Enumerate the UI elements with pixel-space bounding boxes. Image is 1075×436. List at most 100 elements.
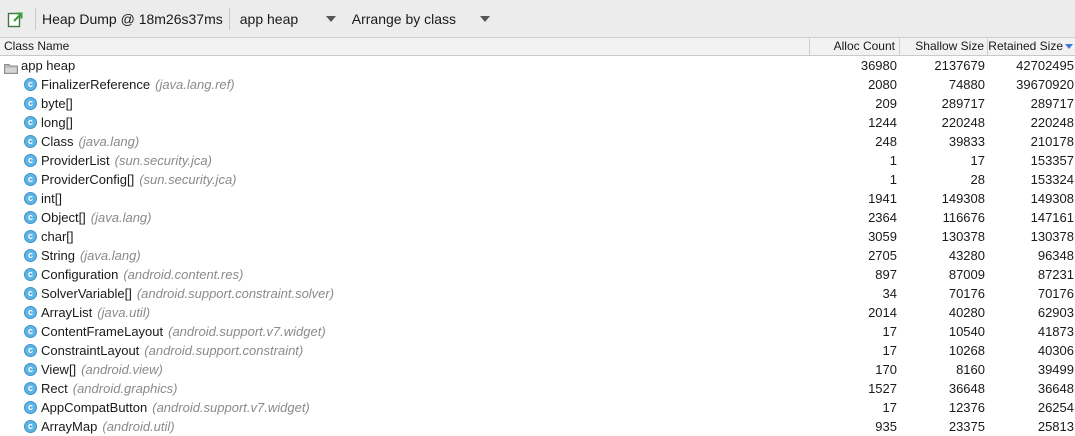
table-row[interactable]: c SolverVariable[] (android.support.constr… — [0, 284, 1075, 303]
class-name-cell: c View[] (android.view) — [0, 360, 810, 379]
table-row[interactable]: c String (java.lang) 2705 43280 96348 — [0, 246, 1075, 265]
alloc-count-cell: 1527 — [868, 381, 897, 396]
retained-size-cell: 62903 — [1037, 305, 1074, 320]
retained-size-cell: 153324 — [1030, 172, 1074, 187]
chevron-down-icon — [479, 15, 490, 22]
shallow-size-cell: 149308 — [941, 191, 985, 206]
class-name: ConstraintLayout — [41, 343, 140, 358]
export-heap-icon[interactable] — [7, 10, 25, 28]
table-row[interactable]: c long[] 1244 220248 220248 — [0, 113, 1075, 132]
retained-size-cell: 26254 — [1037, 400, 1074, 415]
class-name: Class — [41, 134, 74, 149]
class-icon: c — [24, 116, 37, 129]
class-icon: c — [24, 249, 37, 262]
column-header-shallow-size[interactable]: Shallow Size — [900, 38, 988, 55]
class-name-cell: c ProviderList (sun.security.jca) — [0, 151, 810, 170]
table-row[interactable]: c ProviderConfig[] (sun.security.jca) 1 28 15… — [0, 170, 1075, 189]
retained-size-cell: 40306 — [1037, 343, 1074, 358]
class-name-cell: c FinalizerReference (java.lang.ref) — [0, 75, 810, 94]
toolbar-separator — [35, 7, 36, 30]
shallow-size-cell: 10268 — [948, 343, 985, 358]
column-header-retained-size[interactable]: Retained Size — [988, 38, 1075, 55]
table-row[interactable]: c ConstraintLayout (android.support.constr… — [0, 341, 1075, 360]
retained-size-cell: 70176 — [1037, 286, 1074, 301]
class-name: ArrayMap — [41, 419, 98, 434]
class-icon: c — [24, 192, 37, 205]
table-row[interactable]: c byte[] 209 289717 289717 — [0, 94, 1075, 113]
table-row[interactable]: c ProviderList (sun.security.jca) 1 17 153357 — [0, 151, 1075, 170]
alloc-count-cell: 2014 — [868, 305, 897, 320]
class-package: (android.util) — [102, 419, 175, 434]
chevron-down-icon — [325, 15, 336, 22]
heap-select-dropdown[interactable]: app heap — [240, 11, 342, 27]
shallow-size-cell: 10540 — [948, 324, 985, 339]
shallow-size-cell: 12376 — [948, 400, 985, 415]
arrange-select-dropdown[interactable]: Arrange by class — [352, 11, 490, 27]
retained-size-cell: 220248 — [1030, 115, 1074, 130]
table-row[interactable]: c ContentFrameLayout (android.support.v7.w… — [0, 322, 1075, 341]
table-row[interactable]: c Configuration (android.content.res) 897 87… — [0, 265, 1075, 284]
class-name-cell: c long[] — [0, 113, 810, 132]
retained-size-cell: 87231 — [1037, 267, 1074, 282]
table-row[interactable]: c ArrayMap (android.util) 935 23375 25813 — [0, 417, 1075, 436]
retained-size-cell: 39670920 — [1016, 77, 1074, 92]
alloc-count-cell: 1 — [889, 172, 897, 187]
retained-size-cell: 149308 — [1030, 191, 1074, 206]
shallow-size-cell: 74880 — [948, 77, 985, 92]
class-icon: c — [24, 401, 37, 414]
shallow-size-cell: 36648 — [948, 381, 985, 396]
retained-size-cell: 39499 — [1037, 362, 1074, 377]
shallow-size-cell: 28 — [970, 172, 985, 187]
class-table-body: app heap 36980 2137679 42702495 c Finaliz… — [0, 56, 1075, 436]
class-name: char[] — [41, 229, 74, 244]
class-package: (sun.security.jca) — [139, 172, 237, 187]
alloc-count-cell: 17 — [882, 343, 897, 358]
class-icon: c — [24, 382, 37, 395]
shallow-size-cell: 23375 — [948, 419, 985, 434]
class-name-cell: c ProviderConfig[] (sun.security.jca) — [0, 170, 810, 189]
class-package: (android.graphics) — [72, 381, 178, 396]
table-row-root-heap[interactable]: app heap 36980 2137679 42702495 — [0, 56, 1075, 75]
table-row[interactable]: c Class (java.lang) 248 39833 210178 — [0, 132, 1075, 151]
table-row[interactable]: c ArrayList (java.util) 2014 40280 62903 — [0, 303, 1075, 322]
retained-size-cell: 42702495 — [1016, 58, 1074, 73]
class-name: String — [41, 248, 75, 263]
class-icon: c — [24, 97, 37, 110]
class-icon: c — [24, 230, 37, 243]
class-icon: c — [24, 78, 37, 91]
table-row[interactable]: c Rect (android.graphics) 1527 36648 36648 — [0, 379, 1075, 398]
shallow-size-cell: 130378 — [941, 229, 985, 244]
alloc-count-cell: 1 — [889, 153, 897, 168]
class-name-cell: c ArrayMap (android.util) — [0, 417, 810, 436]
class-name: int[] — [41, 191, 62, 206]
table-row[interactable]: c AppCompatButton (android.support.v7.widg… — [0, 398, 1075, 417]
retained-size-cell: 130378 — [1030, 229, 1074, 244]
class-name-cell: c Configuration (android.content.res) — [0, 265, 810, 284]
shallow-size-cell: 87009 — [948, 267, 985, 282]
arrange-select-value: Arrange by class — [351, 10, 457, 27]
alloc-count-cell: 17 — [882, 324, 897, 339]
column-header-alloc-count[interactable]: Alloc Count — [810, 38, 900, 55]
alloc-count-cell: 2080 — [868, 77, 897, 92]
table-row[interactable]: c int[] 1941 149308 149308 — [0, 189, 1075, 208]
class-icon: c — [24, 363, 37, 376]
table-row[interactable]: c Object[] (java.lang) 2364 116676 147161 — [0, 208, 1075, 227]
folder-icon — [4, 60, 18, 74]
shallow-size-cell: 70176 — [948, 286, 985, 301]
class-package: (android.view) — [81, 362, 163, 377]
class-name-cell: c String (java.lang) — [0, 246, 810, 265]
table-row[interactable]: c char[] 3059 130378 130378 — [0, 227, 1075, 246]
class-name: ProviderList — [41, 153, 110, 168]
class-name-cell: c ConstraintLayout (android.support.constr… — [0, 341, 810, 360]
retained-size-cell: 289717 — [1030, 96, 1074, 111]
table-row[interactable]: c View[] (android.view) 170 8160 39499 — [0, 360, 1075, 379]
sort-descending-icon — [1065, 44, 1073, 49]
class-icon: c — [24, 420, 37, 433]
table-row[interactable]: c FinalizerReference (java.lang.ref) 2080 74… — [0, 75, 1075, 94]
class-package: (android.support.constraint) — [144, 343, 304, 358]
class-name: ProviderConfig[] — [41, 172, 135, 187]
heap-toolbar: Heap Dump @ 18m26s37ms app heap Arrange … — [0, 0, 1075, 38]
column-header-class-name[interactable]: Class Name — [0, 38, 810, 55]
alloc-count-cell: 36980 — [860, 58, 897, 73]
class-package: (java.lang) — [90, 210, 152, 225]
